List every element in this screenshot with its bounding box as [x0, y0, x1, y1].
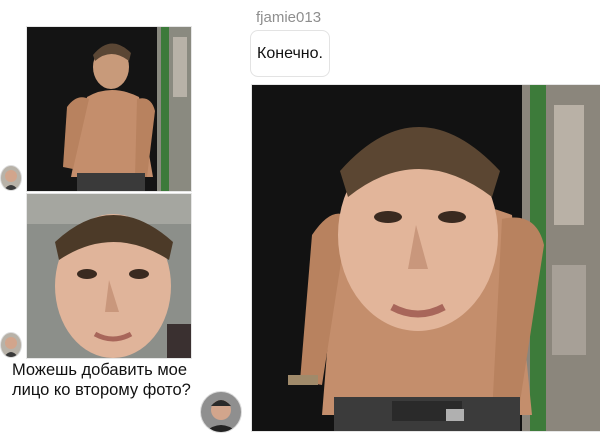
sender-avatar-2[interactable]	[0, 332, 22, 358]
receiver-avatar[interactable]	[200, 391, 242, 433]
sender-avatar-1[interactable]	[0, 165, 22, 191]
reply-message-text: Конечно.	[257, 44, 323, 62]
question-message: Можешь добавить мое лицо ко второму фото…	[12, 361, 191, 399]
face-photo[interactable]	[26, 193, 192, 359]
username-label[interactable]: fjamie013	[256, 9, 321, 26]
shirtless-photo[interactable]	[26, 26, 192, 192]
edited-photo[interactable]	[251, 84, 600, 432]
reply-message-bubble: Конечно.	[250, 30, 330, 77]
